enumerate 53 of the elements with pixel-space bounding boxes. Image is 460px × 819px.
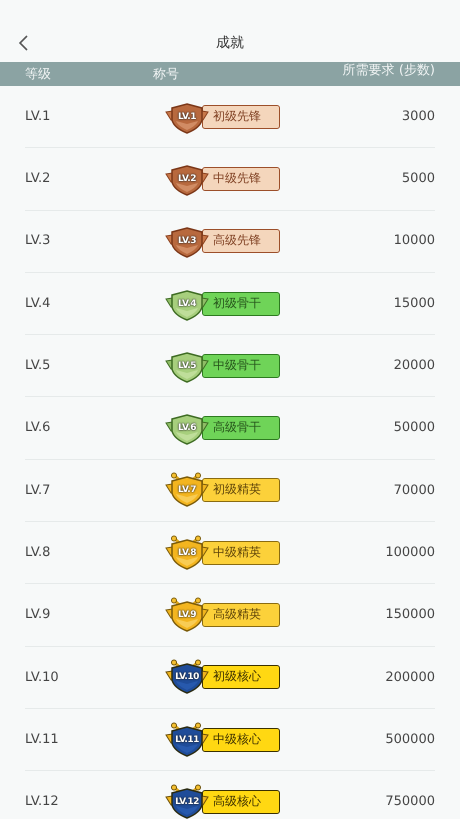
title-badge: 高级骨干 bbox=[202, 416, 280, 440]
badge-level-text: LV.11 bbox=[174, 734, 200, 746]
badge-level-text: LV.10 bbox=[174, 671, 200, 684]
back-icon[interactable] bbox=[18, 35, 29, 51]
badge-level-text: LV.6 bbox=[177, 422, 197, 434]
requirement-value: 500000 bbox=[385, 730, 435, 749]
column-header: 等级 bbox=[25, 66, 51, 84]
column-header: 称号 bbox=[153, 66, 179, 84]
title-badge: 高级先锋 bbox=[202, 229, 280, 254]
requirement-value: 3000 bbox=[402, 108, 435, 126]
requirement-value: 150000 bbox=[385, 606, 435, 624]
level-label: LV.9 bbox=[25, 606, 52, 624]
requirement-value: 750000 bbox=[385, 793, 435, 812]
column-header: 所需要求 (步数) bbox=[342, 62, 435, 80]
requirement-value: 20000 bbox=[394, 357, 435, 376]
level-label: LV.7 bbox=[25, 482, 52, 500]
level-label: LV.4 bbox=[25, 294, 52, 313]
badge-level-text: LV.1 bbox=[177, 110, 197, 123]
level-label: LV.10 bbox=[25, 668, 60, 687]
page-title: 成就 bbox=[216, 34, 244, 52]
badge-level-text: LV.4 bbox=[177, 298, 198, 310]
title-badge: 中级先锋 bbox=[202, 166, 280, 191]
badge-level-text: LV.8 bbox=[177, 546, 197, 559]
requirement-value: 5000 bbox=[402, 170, 435, 188]
title-badge: 中级骨干 bbox=[202, 354, 280, 378]
level-label: LV.1 bbox=[25, 108, 52, 126]
title-badge: 初级骨干 bbox=[202, 292, 280, 316]
badge-level-text: LV.7 bbox=[177, 484, 197, 496]
level-label: LV.5 bbox=[25, 357, 52, 376]
level-label: LV.2 bbox=[25, 170, 52, 188]
title-badge: 初级先锋 bbox=[202, 104, 280, 129]
requirement-value: 200000 bbox=[385, 668, 435, 687]
badge-level-text: LV.3 bbox=[177, 235, 197, 248]
title-badge: 中级精英 bbox=[202, 540, 280, 565]
badge-level-text: LV.5 bbox=[177, 360, 197, 372]
level-label: LV.6 bbox=[25, 419, 52, 438]
title-badge: 高级核心 bbox=[202, 790, 280, 814]
title-badge: 中级核心 bbox=[202, 728, 280, 752]
title-badge: 初级精英 bbox=[202, 478, 280, 502]
badge-level-text: LV.12 bbox=[174, 796, 200, 808]
title-badge: 初级核心 bbox=[202, 665, 280, 690]
requirement-value: 15000 bbox=[394, 294, 435, 313]
level-label: LV.11 bbox=[25, 730, 60, 749]
requirement-value: 100000 bbox=[385, 544, 435, 562]
level-label: LV.8 bbox=[25, 544, 52, 562]
requirement-value: 50000 bbox=[394, 419, 435, 438]
requirement-value: 70000 bbox=[394, 482, 435, 500]
requirement-value: 10000 bbox=[394, 232, 435, 250]
badge-level-text: LV.9 bbox=[177, 609, 197, 622]
level-label: LV.3 bbox=[25, 232, 52, 250]
title-badge: 高级精英 bbox=[202, 603, 280, 628]
badge-level-text: LV.2 bbox=[177, 172, 197, 185]
level-label: LV.12 bbox=[25, 793, 60, 812]
